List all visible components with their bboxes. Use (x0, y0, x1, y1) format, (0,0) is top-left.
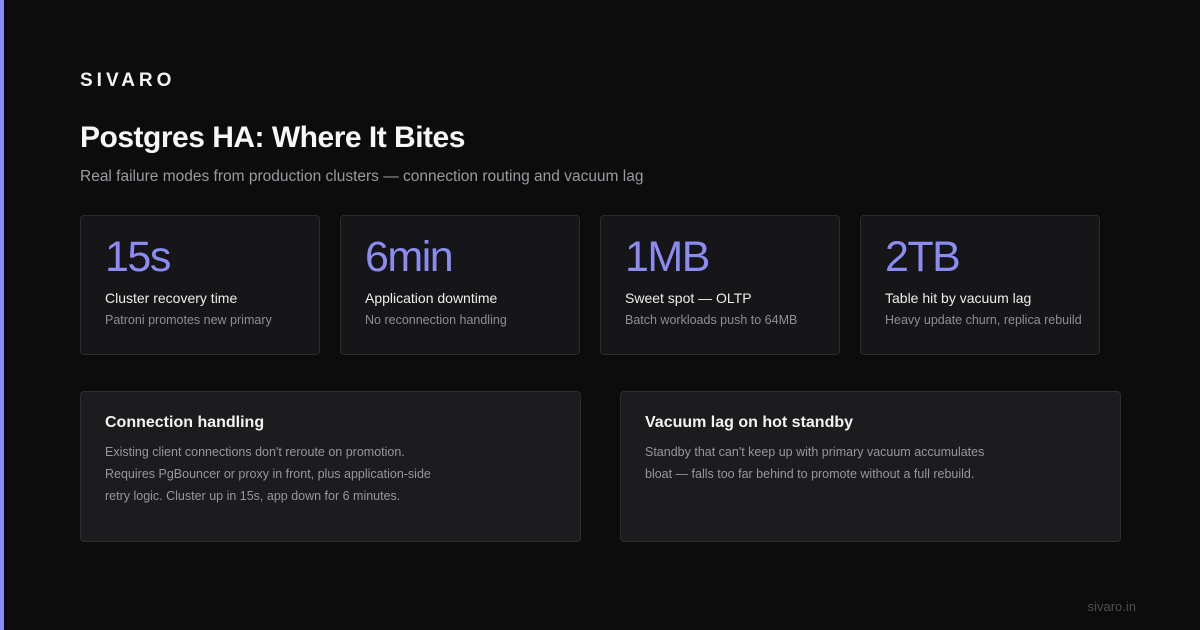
panel-title: Connection handling (105, 414, 265, 431)
brand-logo: SIVARO (80, 70, 176, 91)
panel-connection-handling: Connection handling Existing client conn… (80, 391, 581, 542)
panel-body: Standby that can't keep up with primary … (645, 445, 985, 481)
panel-title: Vacuum lag on hot standby (645, 414, 854, 431)
page-subtitle: Real failure modes from production clust… (80, 168, 644, 185)
stat-value: 6min (365, 233, 454, 281)
stat-card-vacuum-table: 2TB Table hit by vacuum lag Heavy update… (860, 215, 1100, 355)
stat-description: Heavy update churn, replica rebuild (885, 313, 1082, 327)
stat-card-downtime: 6min Application downtime No reconnectio… (340, 215, 580, 355)
accent-bar (0, 0, 4, 630)
footer-domain: sivaro.in (1087, 599, 1136, 614)
stat-value: 1MB (625, 233, 710, 281)
stat-description: Batch workloads push to 64MB (625, 313, 798, 327)
stat-label: Application downtime (365, 290, 498, 306)
panel-body: Existing client connections don't rerout… (105, 445, 431, 503)
stat-label: Sweet spot — OLTP (625, 290, 752, 306)
stat-description: No reconnection handling (365, 313, 507, 327)
page-title: Postgres HA: Where It Bites (80, 121, 465, 154)
stat-description: Patroni promotes new primary (105, 313, 272, 327)
panel-vacuum-lag: Vacuum lag on hot standby Standby that c… (620, 391, 1121, 542)
stat-value: 15s (105, 233, 171, 281)
stat-label: Table hit by vacuum lag (885, 290, 1032, 306)
stat-card-recovery: 15s Cluster recovery time Patroni promot… (80, 215, 320, 355)
stat-card-sweet-spot: 1MB Sweet spot — OLTP Batch workloads pu… (600, 215, 840, 355)
stat-value: 2TB (885, 233, 961, 281)
stat-label: Cluster recovery time (105, 290, 238, 306)
